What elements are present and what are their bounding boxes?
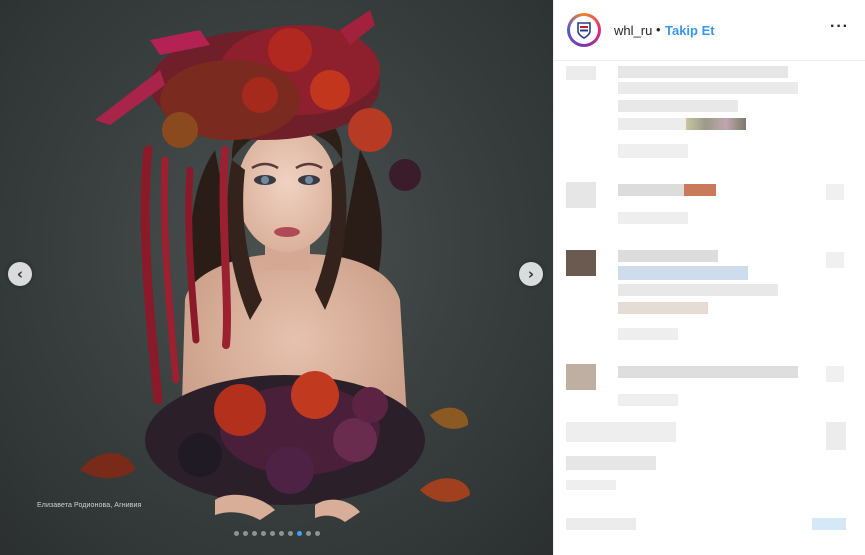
comment-meta-blurred (618, 212, 688, 224)
comment-text-blurred (618, 266, 748, 280)
carousel-dot (278, 531, 284, 536)
carousel-dot (260, 531, 266, 536)
carousel-dot (242, 531, 248, 536)
likes-count-blurred (566, 456, 656, 470)
comment-text-blurred (618, 184, 688, 196)
post-sidebar: whl_ru • Takip Et ··· (553, 0, 865, 555)
username-link[interactable]: whl_ru (614, 23, 652, 38)
avatar-logo-icon (570, 16, 598, 44)
image-credit: Елизавета Родионова, Агнивия (37, 502, 142, 509)
comment-avatar-blurred (566, 182, 596, 208)
comment-avatar-blurred (566, 250, 596, 276)
add-comment-input-blurred[interactable] (566, 518, 636, 530)
like-heart-icon[interactable] (826, 184, 844, 200)
comment-meta-blurred (618, 328, 678, 340)
comment-text-blurred (618, 302, 708, 314)
like-heart-icon[interactable] (826, 252, 844, 268)
separator-dot: • (656, 22, 661, 37)
post-media: ‹ › Елизавета Родионова, Агнивия (0, 0, 553, 555)
comment-avatar-blurred (566, 364, 596, 390)
carousel-indicator (0, 531, 553, 536)
more-options-icon[interactable]: ··· (830, 18, 849, 36)
carousel-dot (251, 531, 257, 536)
comment-text-blurred (618, 366, 798, 378)
carousel-next-button[interactable]: › (519, 262, 543, 286)
caption-meta-blurred (618, 144, 688, 158)
save-icon-blurred[interactable] (826, 422, 846, 450)
caption-emoji-blurred (686, 118, 746, 130)
action-icons-blurred[interactable] (566, 422, 676, 442)
carousel-prev-button[interactable]: ‹ (8, 262, 32, 286)
carousel-dot (269, 531, 275, 536)
carousel-dot (287, 531, 293, 536)
comments-section (554, 60, 865, 555)
caption-text-blurred (618, 118, 688, 130)
chevron-right-icon: › (527, 265, 535, 283)
comment-meta-blurred (618, 394, 678, 406)
post-comment-button-blurred[interactable] (812, 518, 846, 530)
comment-text-blurred (618, 250, 718, 262)
carousel-dot (296, 531, 302, 536)
carousel-dot (314, 531, 320, 536)
caption-avatar-blurred (566, 66, 596, 80)
chevron-left-icon: ‹ (16, 265, 24, 283)
carousel-dot (305, 531, 311, 536)
like-heart-icon[interactable] (826, 366, 844, 382)
caption-text-blurred (618, 82, 798, 94)
post-date-blurred (566, 480, 616, 490)
follow-button[interactable]: Takip Et (665, 23, 715, 38)
caption-text-blurred (618, 100, 738, 112)
comment-emoji-blurred (684, 184, 716, 196)
post-header: whl_ru • Takip Et ··· (554, 0, 865, 61)
post-photo (80, 10, 470, 522)
caption-text-blurred (618, 66, 788, 78)
carousel-dot (233, 531, 239, 536)
avatar[interactable] (567, 13, 601, 47)
comment-text-blurred (618, 284, 778, 296)
